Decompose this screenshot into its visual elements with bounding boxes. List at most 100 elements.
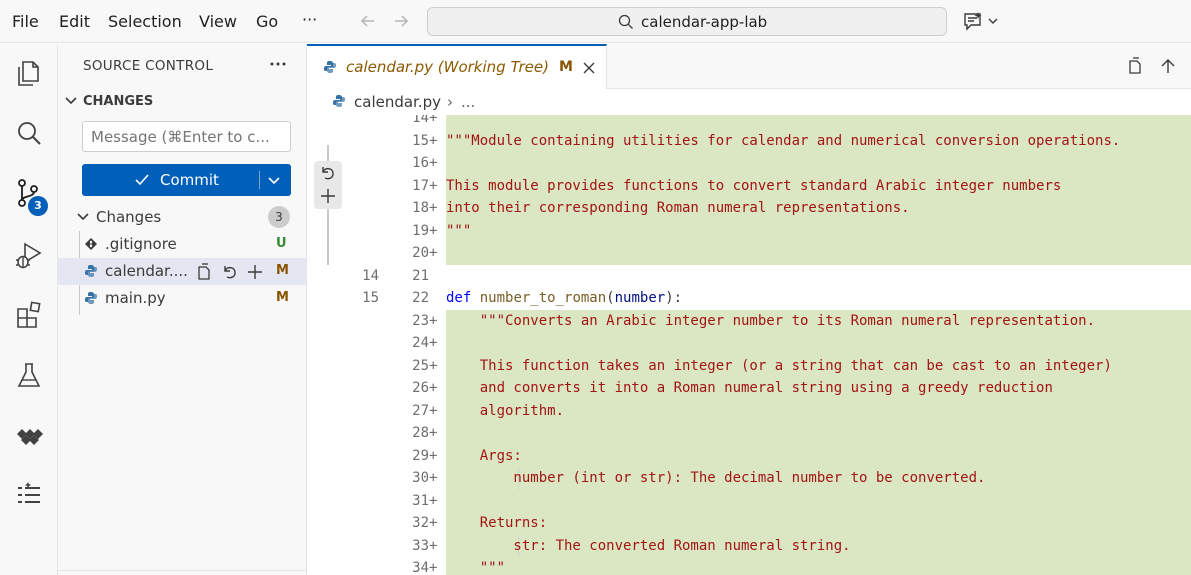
- modified-line-number: 21: [412, 267, 429, 284]
- open-file-icon[interactable]: [195, 263, 213, 281]
- stage-hunk-icon[interactable]: [319, 187, 337, 205]
- added-marker: +: [429, 560, 438, 575]
- added-code-line[interactable]: 15 + """Module containing utilities for ca…: [307, 129, 1191, 152]
- code-text: into their corresponding Roman numeral r…: [446, 200, 910, 216]
- breadcrumb: calendar.py › ...: [307, 90, 1191, 114]
- added-code-line[interactable]: 24 +: [307, 332, 1191, 355]
- menu-selection[interactable]: Selection: [108, 12, 182, 31]
- more-actions-icon[interactable]: [268, 54, 288, 74]
- run-debug-icon[interactable]: [14, 240, 44, 270]
- arrow-up-icon[interactable]: [1159, 57, 1177, 75]
- added-code-line[interactable]: 34 + """: [307, 557, 1191, 575]
- chevron-down-icon[interactable]: [64, 94, 78, 108]
- open-file-icon[interactable]: [1126, 57, 1144, 75]
- breadcrumb-symbols[interactable]: ...: [461, 93, 475, 111]
- command-center-search[interactable]: calendar-app-lab: [427, 7, 947, 36]
- forward-arrow-icon[interactable]: [391, 11, 411, 31]
- added-code-line[interactable]: 28 +: [307, 422, 1191, 445]
- discard-changes-icon[interactable]: [221, 263, 239, 281]
- code-text: str: The converted Roman numeral string.: [446, 537, 851, 554]
- file-item-gitignore[interactable]: .gitignore U: [58, 231, 306, 258]
- added-code-line[interactable]: 32 + Returns:: [307, 512, 1191, 535]
- chat-icon[interactable]: [963, 11, 1003, 33]
- added-code-line[interactable]: 31 +: [307, 489, 1191, 512]
- code-line[interactable]: 15 22 def number_to_roman(number):: [307, 287, 1191, 310]
- added-marker: +: [429, 357, 438, 374]
- menu-file[interactable]: File: [12, 12, 39, 31]
- added-marker: +: [429, 222, 438, 239]
- modified-line-number: 31: [412, 492, 429, 509]
- added-code-line[interactable]: 19 + """: [307, 219, 1191, 242]
- modified-line-number: 17: [412, 177, 429, 194]
- added-code-line[interactable]: 30 + number (int or str): The decimal num…: [307, 467, 1191, 490]
- punctuation: ):: [665, 290, 683, 306]
- added-code-line[interactable]: 14 +: [307, 115, 1191, 130]
- code-text: Args:: [446, 447, 522, 464]
- menu-edit[interactable]: Edit: [59, 12, 90, 31]
- added-marker: +: [429, 447, 438, 464]
- modified-line-number: 18: [412, 200, 429, 216]
- added-marker: +: [429, 200, 438, 216]
- added-line-highlight: [446, 219, 1191, 242]
- sidebar-title: SOURCE CONTROL: [83, 58, 214, 74]
- tab-calendar-working-tree[interactable]: calendar.py (Working Tree) M: [307, 44, 607, 89]
- added-code-line[interactable]: 23 + """Converts an Arabic integer number…: [307, 309, 1191, 332]
- code-text: algorithm.: [446, 402, 565, 419]
- added-marker: +: [429, 537, 438, 554]
- menu-view[interactable]: View: [199, 12, 237, 31]
- function-definition: def number_to_roman(number):: [446, 287, 682, 310]
- changes-section-header[interactable]: CHANGES: [83, 94, 153, 109]
- added-code-line[interactable]: 25 + This function takes an integer (or a…: [307, 354, 1191, 377]
- code-text: Returns:: [446, 515, 548, 531]
- modified-line-number: 19: [412, 222, 429, 239]
- added-marker: +: [429, 132, 438, 149]
- changes-group[interactable]: Changes 3: [58, 204, 306, 230]
- file-name: calendar....: [105, 262, 188, 280]
- added-code-line[interactable]: 29 + Args:: [307, 444, 1191, 467]
- python-file-icon: [333, 95, 345, 107]
- search-icon[interactable]: [14, 118, 44, 148]
- parameter-name: number: [614, 290, 666, 306]
- modified-line-number: 27: [412, 402, 429, 419]
- added-line-highlight: [446, 557, 1191, 575]
- back-arrow-icon[interactable]: [358, 11, 378, 31]
- files-icon[interactable]: [14, 58, 44, 88]
- modified-line-number: 23: [412, 312, 429, 329]
- breadcrumb-file[interactable]: calendar.py: [354, 93, 441, 111]
- modified-line-number: 26: [412, 380, 429, 396]
- sidebar-divider: [58, 570, 306, 571]
- code-text: """: [446, 222, 472, 239]
- added-line-highlight: [446, 242, 1191, 265]
- source-control-sidebar: SOURCE CONTROL CHANGES Commit Changes 3 …: [58, 44, 307, 575]
- added-code-line[interactable]: 20 +: [307, 242, 1191, 265]
- file-item-calendar[interactable]: calendar.... M: [58, 258, 306, 285]
- added-code-line[interactable]: 33 + str: The converted Roman numeral str…: [307, 534, 1191, 557]
- file-status-modified: M: [276, 263, 289, 278]
- added-code-line[interactable]: 27 + algorithm.: [307, 399, 1191, 422]
- list-icon[interactable]: [14, 480, 44, 510]
- close-icon[interactable]: [581, 60, 597, 76]
- added-code-line[interactable]: 16 +: [307, 152, 1191, 175]
- menu-more[interactable]: ···: [302, 10, 317, 29]
- commit-button[interactable]: Commit: [82, 164, 291, 196]
- diff-editor[interactable]: 14 +15 + """Module containing utilities for…: [307, 115, 1191, 575]
- changes-count-badge: 3: [268, 206, 290, 228]
- added-marker: +: [429, 515, 438, 531]
- menu-go[interactable]: Go: [256, 12, 278, 31]
- added-code-line[interactable]: 18 + into their corresponding Roman numera…: [307, 197, 1191, 220]
- tab-modified-indicator: M: [559, 59, 573, 75]
- added-code-line[interactable]: 17 + This module provides functions to con…: [307, 174, 1191, 197]
- chevron-down-icon[interactable]: [266, 172, 282, 188]
- beaker-icon[interactable]: [14, 360, 44, 390]
- commit-message-input[interactable]: [82, 121, 291, 152]
- added-code-line[interactable]: 26 + and converts it into a Roman numeral…: [307, 377, 1191, 400]
- extensions-icon[interactable]: [14, 300, 44, 330]
- added-marker: +: [429, 312, 438, 329]
- stage-changes-icon[interactable]: [246, 263, 264, 281]
- revert-hunk-icon[interactable]: [319, 164, 337, 182]
- remote-icon[interactable]: [14, 420, 44, 450]
- modified-line-number: 14: [412, 115, 429, 126]
- file-item-main[interactable]: main.py M: [58, 285, 306, 312]
- code-line[interactable]: 14 21: [307, 265, 1191, 288]
